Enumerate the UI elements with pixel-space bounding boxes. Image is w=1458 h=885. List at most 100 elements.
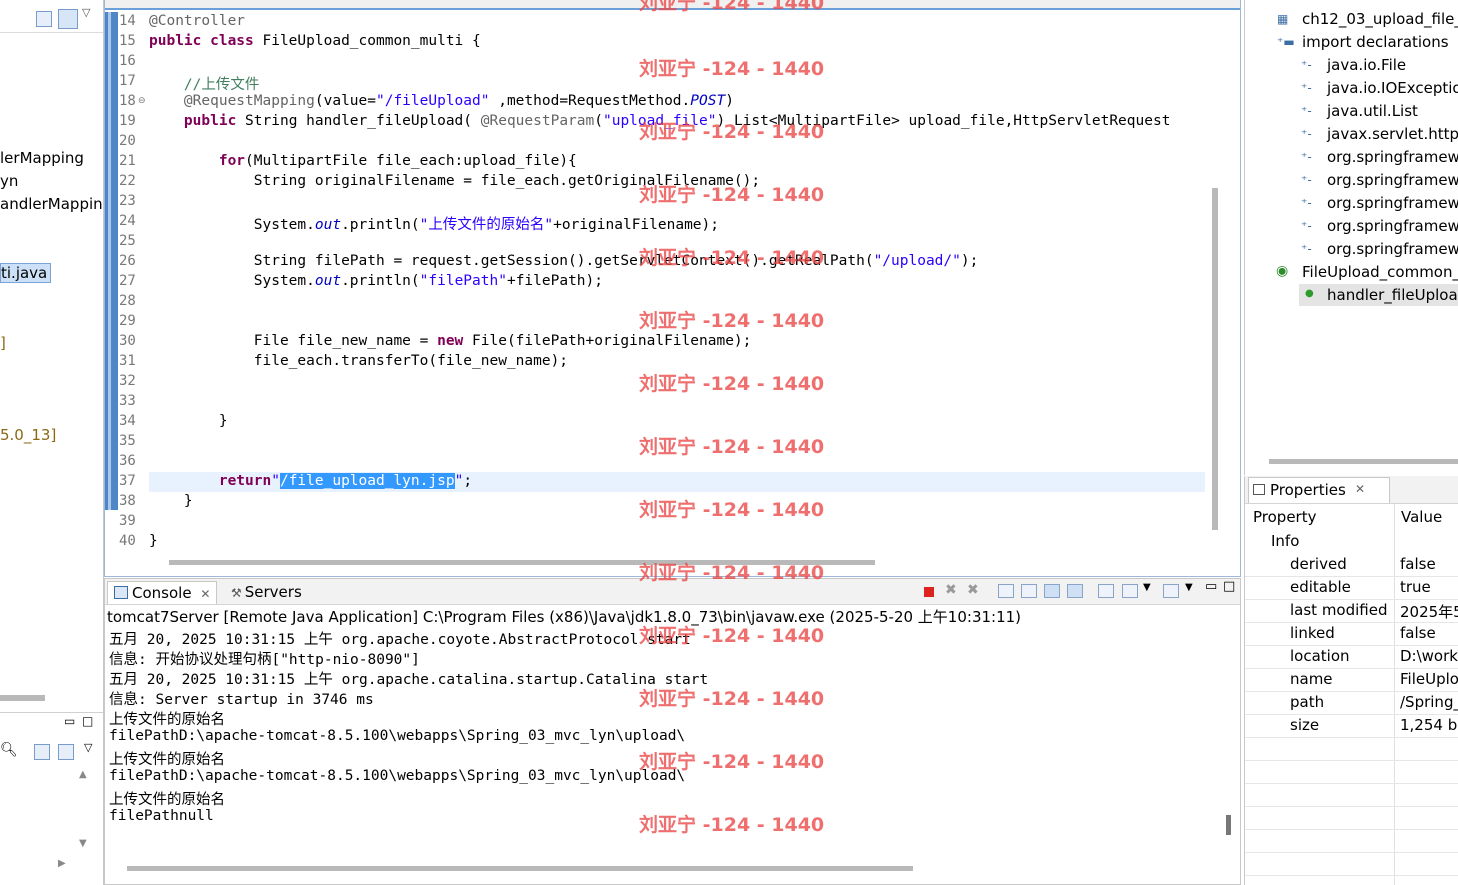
- code-line-19[interactable]: public String handler_fileUpload( @Reque…: [149, 113, 1171, 129]
- zoom-100-icon[interactable]: [34, 744, 50, 760]
- outline-item[interactable]: ch12_03_upload_file_l: [1302, 10, 1458, 28]
- code-line-15[interactable]: public class FileUpload_common_multi {: [149, 33, 481, 49]
- maximize-icon[interactable]: □: [1223, 579, 1235, 594]
- code-line-24[interactable]: System.out.println("上传文件的原始名"+originalFi…: [149, 213, 719, 234]
- editor-vertical-scrollbar[interactable]: [1212, 188, 1218, 530]
- selected-text[interactable]: /file_upload_lyn.jsp: [279, 473, 455, 489]
- link-with-editor-icon[interactable]: [58, 9, 78, 29]
- code-line-34[interactable]: }: [149, 413, 228, 429]
- explorer-scrollbar[interactable]: [0, 695, 45, 701]
- tree-item[interactable]: 5.0_13]: [0, 426, 56, 444]
- column-header-value[interactable]: Value: [1401, 508, 1442, 526]
- tab-servers[interactable]: ⚒ Servers: [225, 581, 308, 603]
- property-row[interactable]: name FileUplo: [1245, 668, 1458, 692]
- tab-properties[interactable]: Properties ✕: [1248, 477, 1390, 503]
- line-number: 30: [119, 333, 136, 349]
- property-row[interactable]: editable true: [1245, 576, 1458, 600]
- minimize-icon[interactable]: ▭: [1205, 579, 1217, 594]
- outline-horizontal-scrollbar[interactable]: [1269, 459, 1458, 464]
- view-menu-icon[interactable]: ▽: [82, 6, 90, 19]
- pin-console-icon[interactable]: [1098, 584, 1114, 598]
- property-row[interactable]: derived false: [1245, 553, 1458, 577]
- outline-item[interactable]: java.io.IOException: [1327, 79, 1458, 97]
- display-console-icon[interactable]: [1122, 584, 1138, 598]
- line-number: 29: [119, 313, 136, 329]
- maximize-icon[interactable]: □: [82, 714, 93, 728]
- property-row-empty: [1245, 737, 1458, 761]
- code-line-37[interactable]: return"/file_upload_lyn.jsp";: [149, 473, 472, 489]
- outline-item[interactable]: java.io.File: [1327, 56, 1406, 74]
- outline-item[interactable]: javax.servlet.http.H: [1327, 125, 1458, 143]
- property-row[interactable]: last modified 2025年5: [1245, 599, 1458, 623]
- tree-item[interactable]: yn: [0, 172, 18, 190]
- line-number: 37: [119, 473, 136, 489]
- chevron-down-icon[interactable]: ▼: [1185, 582, 1193, 593]
- word-wrap-icon[interactable]: [1044, 584, 1060, 598]
- outline-item[interactable]: import declarations: [1302, 33, 1449, 51]
- code-line-31[interactable]: file_each.transferTo(file_new_name);: [149, 353, 568, 369]
- property-row[interactable]: linked false: [1245, 622, 1458, 646]
- tree-item[interactable]: andlerMappin: [0, 195, 103, 213]
- close-icon[interactable]: ✕: [200, 587, 210, 601]
- outline-item[interactable]: org.springframew: [1327, 240, 1458, 258]
- outline-view: ▦ ch12_03_upload_file_l ⁺▬ import declar…: [1244, 0, 1458, 475]
- line-number: 19: [119, 113, 136, 129]
- tree-item-selected[interactable]: ti.java: [0, 263, 52, 283]
- code-line-30[interactable]: File file_new_name = new File(filePath+o…: [149, 333, 752, 349]
- property-row[interactable]: location D:\work: [1245, 645, 1458, 669]
- tab-console[interactable]: Console ✕: [107, 581, 218, 604]
- open-console-icon[interactable]: [1163, 584, 1179, 598]
- imports-icon: ⁺▬: [1277, 35, 1295, 49]
- property-group[interactable]: Info: [1271, 532, 1299, 550]
- collapse-all-icon[interactable]: [36, 11, 52, 27]
- console-horizontal-scrollbar[interactable]: [127, 866, 913, 871]
- property-row[interactable]: size 1,254 b: [1245, 714, 1458, 738]
- property-row[interactable]: path/Spring_: [1245, 691, 1458, 715]
- code-line-26[interactable]: String filePath = request.getSession().g…: [149, 253, 979, 269]
- code-line-40[interactable]: }: [149, 533, 158, 549]
- outline-item[interactable]: FileUpload_common_: [1302, 263, 1458, 281]
- import-icon: ⁺-: [1301, 104, 1312, 118]
- scroll-up-icon[interactable]: ▲: [79, 769, 87, 780]
- minimize-icon[interactable]: ▭: [64, 714, 75, 728]
- column-header-property[interactable]: Property: [1253, 508, 1316, 526]
- fold-icon[interactable]: ⊖: [138, 96, 146, 106]
- java-editor[interactable]: 14 15 16 17 18 19 20 21 22 23 24 25 26 27 28 29 30 31 32 33…: [104, 0, 1241, 577]
- editor-horizontal-scrollbar[interactable]: [169, 560, 875, 565]
- scroll-lock-icon[interactable]: [1021, 584, 1037, 598]
- outline-item[interactable]: org.springframew: [1327, 148, 1458, 166]
- zoom-in-icon[interactable]: 🔍︎: [0, 742, 18, 758]
- fit-icon[interactable]: [58, 744, 74, 760]
- show-on-output-icon[interactable]: [1067, 584, 1083, 598]
- remove-all-icon[interactable]: ✖: [967, 582, 979, 598]
- close-icon[interactable]: ✕: [1355, 482, 1365, 496]
- tree-item[interactable]: ]: [0, 334, 6, 352]
- tree-item[interactable]: lerMapping: [0, 149, 84, 167]
- console-icon: [114, 586, 128, 599]
- outline-item[interactable]: org.springframew: [1327, 171, 1458, 189]
- outline-item[interactable]: java.util.List: [1327, 102, 1418, 120]
- line-number: 17: [119, 73, 136, 89]
- chevron-down-icon[interactable]: ▼: [1143, 582, 1151, 593]
- import-icon: ⁺-: [1301, 81, 1312, 95]
- remove-launch-icon[interactable]: ✖: [945, 582, 957, 598]
- property-key: path: [1290, 693, 1325, 711]
- terminate-icon[interactable]: [924, 587, 934, 597]
- code-line-22[interactable]: String originalFilename = file_each.getO…: [149, 173, 760, 189]
- scroll-down-icon[interactable]: ▼: [79, 838, 87, 849]
- outline-item[interactable]: org.springframew: [1327, 217, 1458, 235]
- view-menu-icon[interactable]: ▽: [84, 741, 92, 754]
- line-number: 32: [119, 373, 136, 389]
- code-line-21[interactable]: for(MultipartFile file_each:upload_file)…: [149, 153, 577, 169]
- outline-item[interactable]: org.springframew: [1327, 194, 1458, 212]
- outline-item-selected[interactable]: handler_fileUploac: [1327, 286, 1458, 304]
- code-line-38[interactable]: }: [149, 493, 193, 509]
- code-line-14[interactable]: @Controller: [149, 13, 245, 29]
- scroll-right-icon[interactable]: ▶: [58, 858, 66, 869]
- code-line-17[interactable]: //上传文件: [149, 73, 259, 94]
- property-value: 2025年5: [1400, 603, 1458, 621]
- code-line-18[interactable]: @RequestMapping(value="/fileUpload" ,met…: [149, 93, 734, 109]
- code-line-27[interactable]: System.out.println("filePath"+filePath);: [149, 273, 603, 289]
- console-vertical-scrollbar[interactable]: [1226, 815, 1231, 835]
- clear-console-icon[interactable]: [998, 584, 1014, 598]
